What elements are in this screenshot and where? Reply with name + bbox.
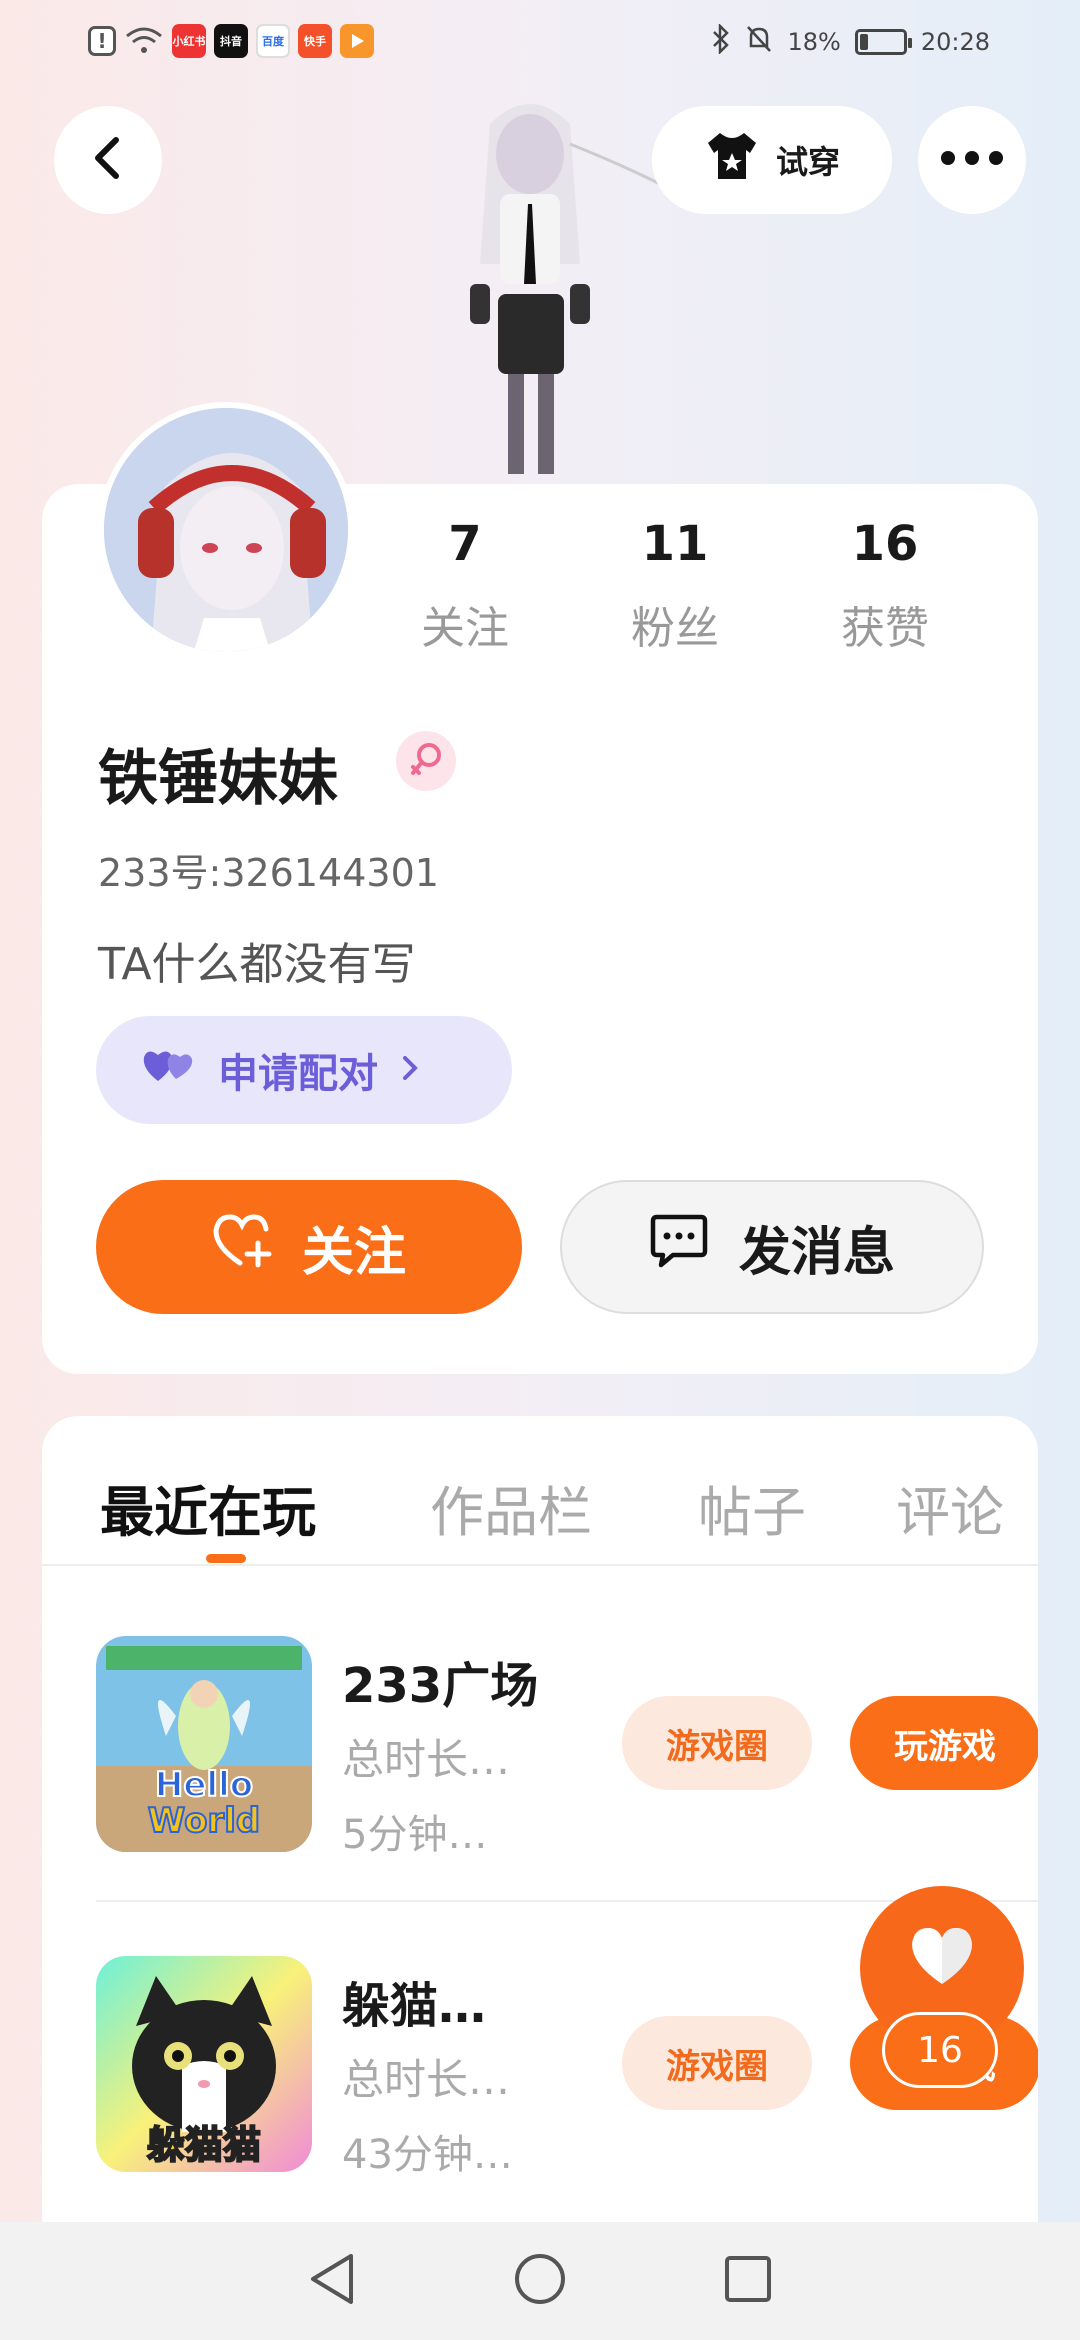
follow-label: 关注 [301,1222,406,1283]
game-total-time-label: 总时长… [342,2055,511,2104]
back-button[interactable] [54,106,162,214]
request-pair-label: 申请配对 [218,1051,378,1097]
bluetooth-icon [711,22,731,60]
profile-tabs: 最近在玩 作品栏 帖子 评论 [42,1416,1038,1566]
stat-following[interactable]: 7 关注 [365,516,565,656]
baidu-app-icon: 百度 [256,24,290,58]
game-total-time-label: 总时长… [342,1735,511,1784]
stat-fans[interactable]: 11 粉丝 [575,516,775,656]
wifi-icon [124,24,164,58]
more-options-button[interactable] [918,106,1026,214]
play-game-button[interactable]: 玩游戏 [850,1696,1038,1790]
alert-icon: ! [88,26,116,56]
user-id: 233号:326144301 [98,851,439,895]
send-message-button[interactable]: 发消息 [560,1180,984,1314]
stat-following-count: 7 [448,516,482,572]
stat-following-label: 关注 [421,603,509,654]
heart-plus-icon [212,1213,272,1282]
svg-text:Hello: Hello [155,1765,253,1805]
battery-percent: 18% [787,28,841,56]
game-icon-233-plaza[interactable]: Hello World [96,1636,312,1852]
game-title[interactable]: 233广场 [342,1646,538,1716]
nav-recents-icon[interactable] [723,2254,773,2308]
stat-likes[interactable]: 16 获赞 [785,516,985,656]
username: 铁锤妹妹 [98,744,338,814]
active-tab-indicator [206,1554,246,1563]
follow-button[interactable]: 关注 [96,1180,522,1314]
status-notification-icons: ! 小红书 抖音 百度 快手 [88,24,374,58]
stat-fans-count: 11 [641,516,709,572]
list-item[interactable]: Hello World 233广场 总时长… 5分钟… 游戏圈 玩游戏 [96,1636,1038,1936]
game-title[interactable]: 躲猫… [342,1966,486,2036]
more-dots-icon [940,150,1004,170]
back-arrow-icon [88,134,128,186]
profile-stats: 7 关注 11 粉丝 16 获赞 [365,516,985,656]
tab-works[interactable]: 作品栏 [430,1468,592,1547]
hearts-icon [140,1045,196,1095]
battery-icon [854,29,912,55]
status-bar: ! 小红书 抖音 百度 快手 18% 20:28 [0,0,1080,90]
like-count-badge: 16 [882,2012,998,2088]
game-circle-button[interactable]: 游戏圈 [622,2016,812,2110]
nav-home-icon[interactable] [513,2252,567,2310]
video-player-app-icon [340,24,374,58]
chevron-right-icon [400,1047,420,1093]
try-on-button[interactable]: 试穿 [652,106,892,214]
female-gender-icon [396,731,456,791]
tab-recently-played[interactable]: 最近在玩 [100,1468,316,1547]
stat-likes-count: 16 [851,516,919,572]
chat-bubble-icon [649,1213,709,1282]
battery-level-fill [859,34,868,50]
game-circle-button[interactable]: 游戏圈 [622,1696,812,1790]
hide-cat-icon-text: 躲猫猫 [147,2123,261,2167]
stat-likes-label: 获赞 [841,603,929,654]
try-on-label: 试穿 [775,143,840,181]
heart-icon [906,1924,978,1992]
clock: 20:28 [920,28,990,56]
tshirt-icon [704,131,760,189]
game-play-duration: 43分钟… [342,2132,513,2178]
user-bio: TA什么都没有写 [98,939,416,990]
content-card: 最近在玩 作品栏 帖子 评论 Hello World 233广场 总时长… 5分… [42,1416,1038,2340]
douyin-app-icon: 抖音 [214,24,248,58]
avatar-character-illustration [380,84,680,484]
send-message-label: 发消息 [738,1222,895,1283]
tab-comments[interactable]: 评论 [896,1468,1004,1547]
xiaohongshu-app-icon: 小红书 [172,24,206,58]
stat-fans-label: 粉丝 [631,603,719,654]
avatar[interactable] [98,402,354,658]
svg-text:World: World [148,1801,260,1841]
tab-posts[interactable]: 帖子 [698,1468,806,1547]
request-pair-button[interactable]: 申请配对 [96,1016,512,1124]
game-icon-hide-cat[interactable]: 躲猫猫 [96,1956,312,2172]
kuaishou-app-icon: 快手 [298,24,332,58]
nav-back-icon[interactable] [307,2252,357,2310]
game-play-duration: 5分钟… [342,1812,488,1858]
mute-bell-icon [745,24,773,60]
system-navigation-bar [0,2222,1080,2340]
